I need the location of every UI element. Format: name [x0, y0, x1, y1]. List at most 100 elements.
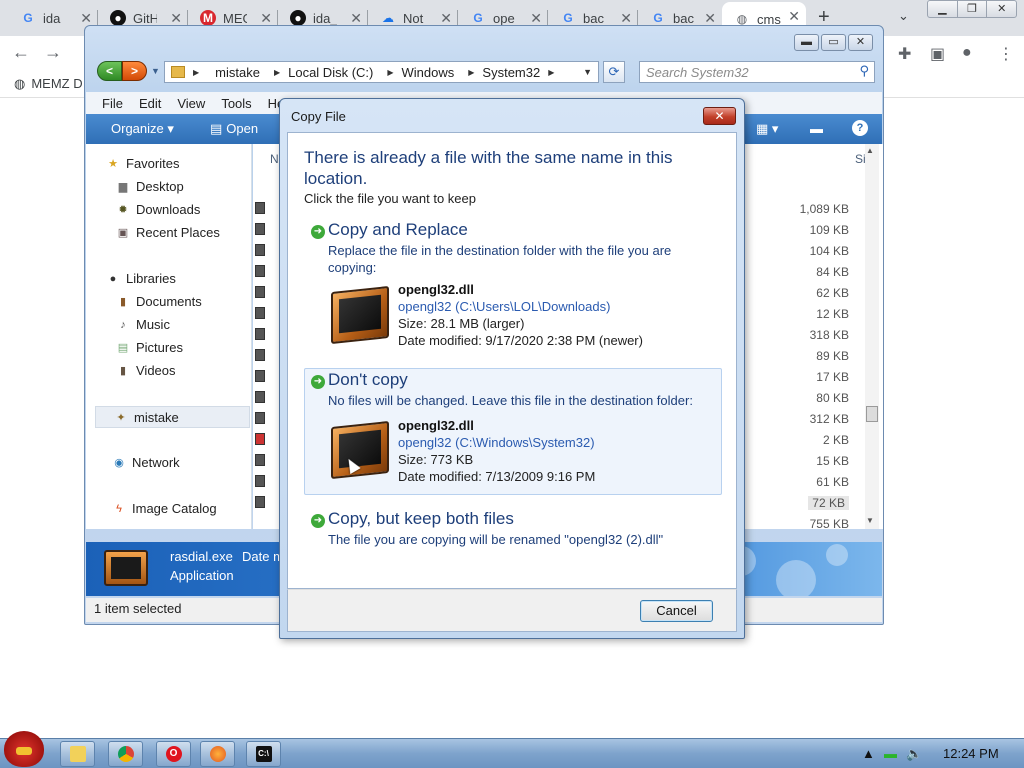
maximize-button[interactable]: ▭	[821, 34, 846, 51]
open-icon: ▤	[210, 121, 223, 136]
breadcrumb-item[interactable]: ▶ Windows	[381, 65, 454, 80]
size-cell: 61 KB	[816, 475, 849, 489]
forward-button[interactable]: >	[122, 61, 147, 81]
chevron-down-icon[interactable]: ⌄	[898, 8, 909, 24]
file-date-modified: Date modified: 9/17/2020 2:38 PM (newer)	[398, 333, 643, 348]
taskbar-explorer[interactable]	[60, 741, 95, 767]
browser-tab-label: ope	[493, 10, 515, 26]
back-arrow-icon[interactable]: ←	[12, 42, 30, 63]
name-column-header[interactable]: N	[270, 152, 279, 166]
battery-icon[interactable]: ▬	[884, 746, 897, 761]
menu-tools[interactable]: Tools	[221, 96, 251, 111]
nav-label: Videos	[136, 363, 176, 378]
tray-expand-icon[interactable]: ▲	[862, 746, 875, 761]
restore-button[interactable]: ❐	[958, 1, 988, 17]
nav-music[interactable]: ♪ Music	[116, 317, 170, 332]
nav-mistake[interactable]: ✦ mistake	[95, 406, 250, 428]
browser-tab-label: GitH	[133, 10, 157, 26]
cancel-button[interactable]: Cancel	[640, 600, 713, 622]
organize-button[interactable]: Organize ▾	[111, 121, 174, 137]
size-cell: 755 KB	[809, 517, 849, 531]
nav-image-catalog[interactable]: ϟ Image Catalog	[112, 501, 216, 516]
help-icon[interactable]: ?	[852, 120, 868, 136]
dialog-body: There is already a file with the same na…	[287, 132, 737, 589]
dialog-heading: There is already a file with the same na…	[304, 148, 673, 188]
nav-documents[interactable]: ▮ Documents	[116, 294, 202, 309]
file-list-scrollbar[interactable]: ▲ ▼	[865, 144, 879, 529]
taskbar-firefox[interactable]	[200, 741, 235, 767]
minimize-button[interactable]: ▬	[794, 34, 819, 51]
dialog-title: Copy File	[291, 109, 346, 124]
scrollbar-thumb[interactable]	[866, 406, 878, 422]
address-bar[interactable]: ▶ mistake ▶ Local Disk (C:) ▶ Windows ▶ Sys…	[164, 61, 599, 83]
bookmark-item[interactable]: ◍ MEMZ D	[14, 76, 83, 92]
selected-file-name: rasdial.exe	[170, 549, 233, 564]
size-cell: 318 KB	[809, 328, 849, 342]
close-button[interactable]: ✕	[987, 1, 1016, 17]
scroll-down-icon[interactable]: ▼	[866, 516, 874, 525]
back-button[interactable]: <	[97, 61, 122, 81]
option-copy-and-replace[interactable]: ➜ Copy and Replace Replace the file in t…	[304, 218, 722, 358]
scroll-up-icon[interactable]: ▲	[866, 146, 874, 155]
dll-file-icon	[255, 265, 265, 277]
close-icon[interactable]: ✕	[788, 8, 800, 25]
close-button[interactable]: ✕	[848, 34, 873, 51]
back-forward-buttons: < >	[97, 61, 147, 81]
breadcrumb-label: Local Disk (C:)	[288, 64, 374, 80]
nav-label: Documents	[136, 294, 202, 309]
taskbar-chrome[interactable]	[108, 741, 143, 767]
dialog-close-button[interactable]: ✕	[703, 107, 736, 125]
extensions-icon[interactable]: ✚	[898, 44, 911, 64]
nav-downloads[interactable]: ✹ Downloads	[116, 202, 200, 217]
taskbar-clock[interactable]: 12:24 PM	[943, 746, 999, 761]
file-icons-column	[253, 144, 267, 529]
more-menu-icon[interactable]: ⋮	[998, 44, 1014, 64]
taskbar-opera[interactable]: O	[156, 741, 191, 767]
recent-pages-dropdown-icon[interactable]: ▼	[151, 66, 160, 76]
nav-videos[interactable]: ▮ Videos	[116, 363, 176, 378]
preview-pane-icon[interactable]: ▬	[810, 121, 823, 136]
open-button[interactable]: ▤ Open	[210, 121, 258, 137]
breadcrumb-root-arrow[interactable]: ▶	[193, 68, 207, 77]
nav-libraries[interactable]: ● Libraries	[106, 271, 176, 286]
taskbar-command-prompt[interactable]: C:\	[246, 741, 281, 767]
dll-file-icon	[255, 244, 265, 256]
nav-pictures[interactable]: ▤ Pictures	[116, 340, 183, 355]
nav-favorites[interactable]: ★ Favorites	[106, 156, 179, 171]
pictures-icon: ▤	[117, 342, 129, 354]
volume-icon[interactable]: 🔈	[906, 746, 922, 762]
forward-arrow-icon[interactable]: →	[44, 42, 62, 63]
dll-file-icon	[255, 286, 265, 298]
menu-edit[interactable]: Edit	[139, 96, 161, 111]
change-view-icon[interactable]: ▦ ▾	[756, 121, 778, 137]
dll-file-icon	[255, 496, 265, 508]
recent-places-icon: ▣	[117, 227, 129, 239]
nav-label: Favorites	[126, 156, 180, 171]
menu-file[interactable]: File	[102, 96, 123, 111]
nav-recent-places[interactable]: ▣ Recent Places	[116, 225, 220, 240]
breadcrumb-item[interactable]: mistake	[215, 65, 260, 80]
file-path: opengl32 (C:\Windows\System32)	[398, 435, 595, 450]
minimize-button[interactable]: ▁	[928, 1, 958, 17]
profile-avatar-icon[interactable]: ●	[962, 44, 972, 62]
desktop-icon: ▆	[118, 181, 128, 193]
breadcrumb-item[interactable]: ▶ System32 ▶	[462, 65, 562, 80]
option-keep-both[interactable]: ➜ Copy, but keep both files The file you…	[304, 507, 722, 557]
option-dont-copy[interactable]: ➜ Don't copy No files will be changed. L…	[304, 368, 722, 495]
dll-file-icon	[255, 370, 265, 382]
start-button[interactable]	[4, 729, 48, 768]
side-panel-icon[interactable]: ▣	[930, 44, 945, 64]
music-icon: ♪	[120, 318, 126, 331]
breadcrumb-item[interactable]: ▶ Local Disk (C:)	[268, 65, 373, 80]
search-icon[interactable]: ⚲	[859, 63, 869, 79]
selected-file-type: Application	[170, 568, 234, 583]
address-dropdown-icon[interactable]: ▼	[583, 67, 592, 77]
browser-tab-label: bac	[583, 10, 604, 26]
nav-network[interactable]: ◉ Network	[112, 455, 180, 470]
nav-desktop[interactable]: ▆ Desktop	[116, 179, 184, 194]
search-input[interactable]: Search System32 ⚲	[639, 61, 875, 83]
menu-view[interactable]: View	[177, 96, 205, 111]
refresh-icon[interactable]: ⟳	[603, 61, 625, 83]
size-cell: 312 KB	[809, 412, 849, 426]
file-name: opengl32.dll	[398, 282, 474, 297]
